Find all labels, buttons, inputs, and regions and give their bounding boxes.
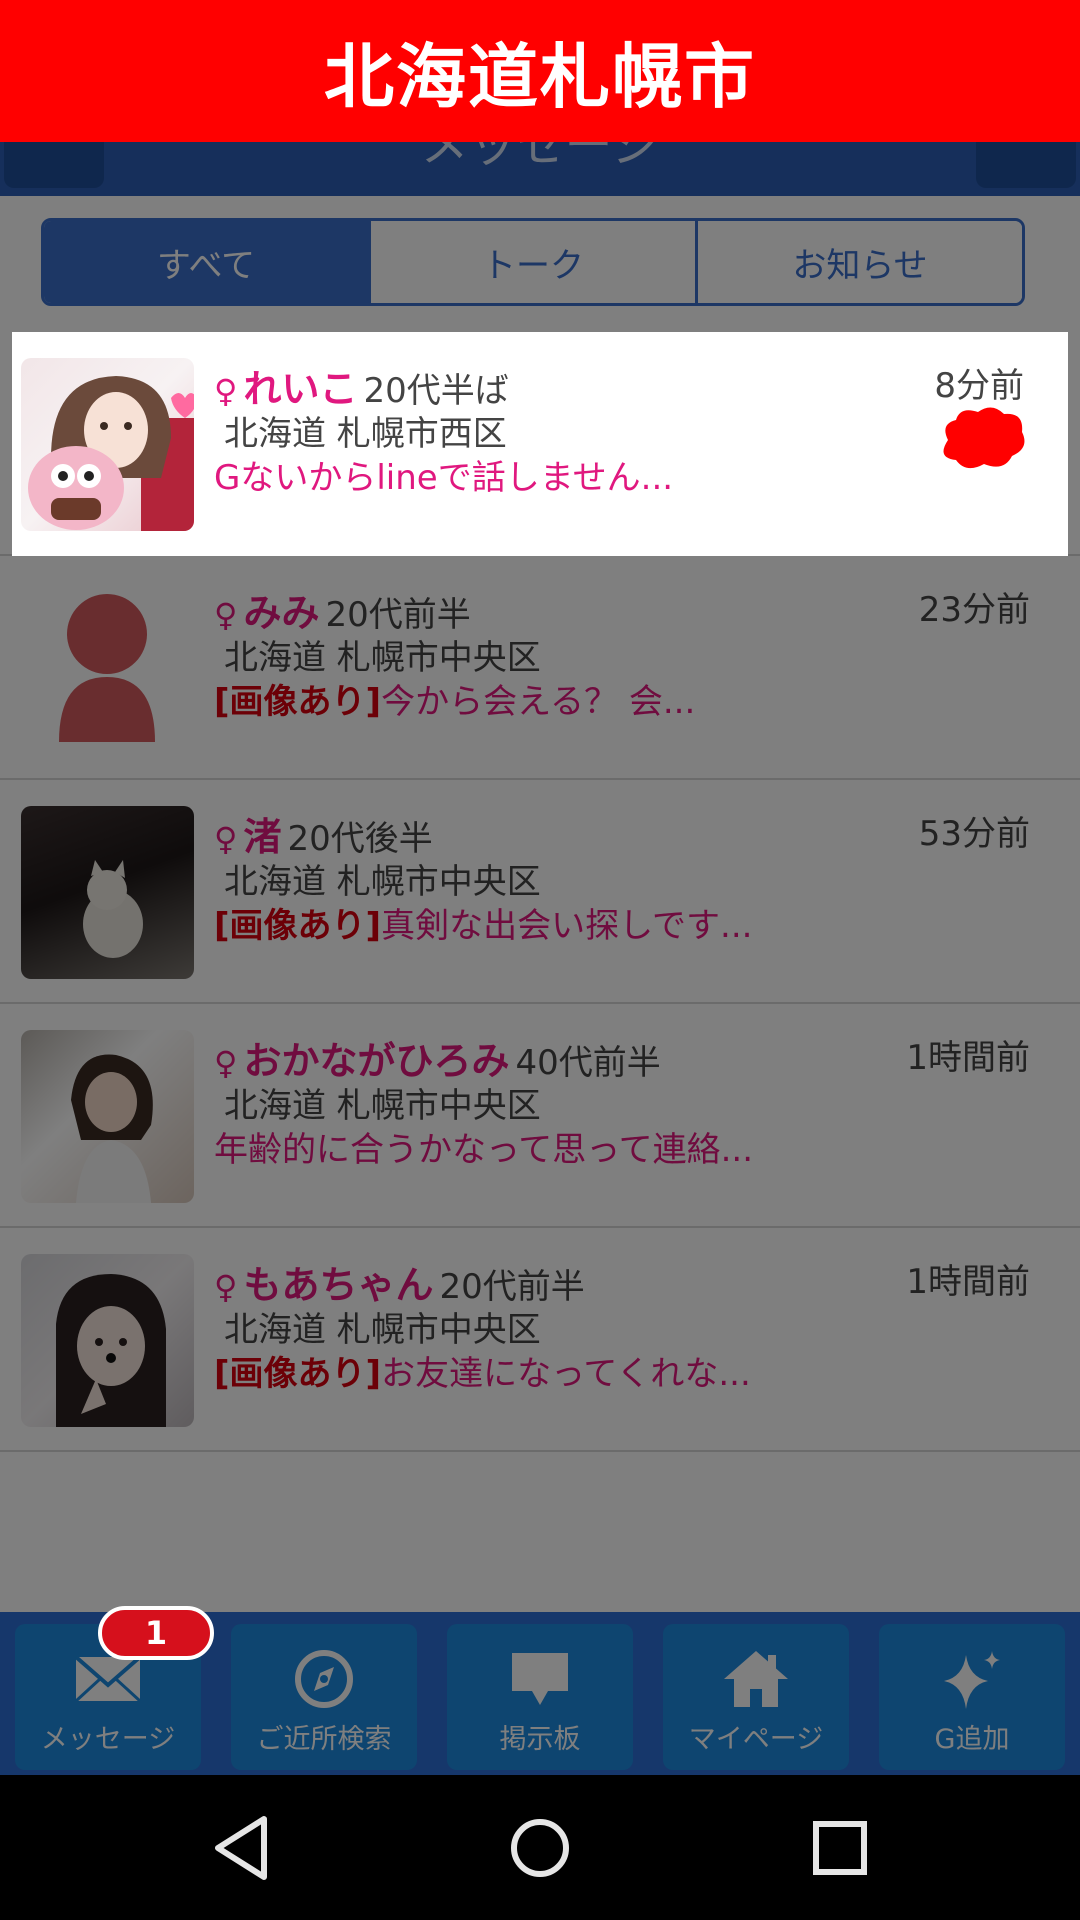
user-age: 20代半ば (363, 371, 509, 411)
user-name: 渚 (243, 815, 282, 859)
avatar (21, 1030, 194, 1203)
avatar (21, 1254, 194, 1427)
nav-nearby-search[interactable]: ご近所検索 (231, 1624, 417, 1770)
list-item[interactable]: ♀ みみ 20代前半 北海道 札幌市中央区 [画像あり]今から会える？ 会... 2… (0, 556, 1080, 780)
woman-photo-icon (28, 376, 194, 531)
user-location: 北海道 札幌市中央区 (224, 1086, 541, 1126)
user-age: 20代後半 (287, 819, 433, 859)
nav-label: 掲示板 (499, 1724, 581, 1755)
user-location: 北海道 札幌市西区 (224, 414, 507, 454)
unread-count-badge: 1 (98, 1606, 214, 1660)
user-age: 20代前半 (439, 1267, 585, 1307)
user-location: 北海道 札幌市中央区 (224, 862, 541, 902)
banner-title: 北海道札幌市 (324, 35, 756, 118)
message-preview: [画像あり]今から会える？ 会... (214, 682, 696, 722)
image-attached-tag: [画像あり] (214, 1354, 382, 1394)
nav-bulletin-board[interactable]: 掲示板 (447, 1624, 633, 1770)
home-circle-icon[interactable] (508, 1813, 572, 1883)
message-time: 23分前 (918, 590, 1030, 630)
name-line: ♀ みみ 20代前半 (214, 582, 471, 637)
list-item[interactable]: ♀ もあちゃん 20代前半 北海道 札幌市中央区 [画像あり]お友達になってくれな.… (0, 1228, 1080, 1452)
image-attached-tag: [画像あり] (214, 906, 382, 946)
avatar-default (21, 582, 194, 755)
user-name: みみ (243, 591, 320, 635)
list-item[interactable]: ♀ おかながひろみ 40代前半 北海道 札幌市中央区 年齢的に合うかなって思って連絡… (0, 1004, 1080, 1228)
nav-add-g[interactable]: G追加 (879, 1624, 1065, 1770)
user-age: 20代前半 (325, 595, 471, 635)
name-line: ♀ おかながひろみ 40代前半 (214, 1030, 661, 1085)
user-name: れいこ (243, 367, 358, 411)
nav-my-page[interactable]: マイページ (663, 1624, 849, 1770)
nav-label: メッセージ (40, 1724, 176, 1755)
female-icon: ♀ (214, 596, 238, 634)
user-name: もあちゃん (243, 1263, 434, 1307)
system-navigation-bar (0, 1775, 1080, 1920)
female-icon: ♀ (214, 1268, 238, 1306)
back-triangle-icon[interactable] (210, 1813, 274, 1883)
message-preview: 年齢的に合うかなって思って連絡... (214, 1130, 754, 1170)
message-preview: [画像あり]お友達になってくれな... (214, 1354, 751, 1394)
name-line: ♀ 渚 20代後半 (214, 806, 433, 861)
unread-indicator-icon (943, 407, 1025, 469)
name-line: ♀ れいこ 20代半ば (214, 358, 509, 413)
tab-talk[interactable]: トーク (368, 221, 695, 303)
cat-photo-icon (83, 860, 143, 958)
sparkle-icon (944, 1651, 1000, 1709)
avatar (21, 358, 194, 531)
speech-bubble-icon (512, 1653, 568, 1705)
woman-photo-icon (71, 1054, 153, 1203)
nav-label: ご近所検索 (256, 1724, 392, 1755)
message-preview: Gないからlineで話しません... (214, 458, 674, 498)
nav-label: マイページ (688, 1724, 824, 1755)
user-age: 40代前半 (515, 1043, 661, 1083)
tab-notices[interactable]: お知らせ (695, 221, 1022, 303)
location-banner: 北海道札幌市 (0, 0, 1080, 142)
image-attached-tag: [画像あり] (214, 682, 382, 722)
message-preview: [画像あり]真剣な出会い探しです... (214, 906, 753, 946)
user-name: おかながひろみ (243, 1039, 510, 1083)
name-line: ♀ もあちゃん 20代前半 (214, 1254, 585, 1309)
tabs-area: すべて トーク お知らせ (0, 196, 1080, 332)
user-location: 北海道 札幌市中央区 (224, 1310, 541, 1350)
message-time: 1時間前 (906, 1262, 1030, 1302)
user-location: 北海道 札幌市中央区 (224, 638, 541, 678)
message-time: 53分前 (918, 814, 1030, 854)
compass-icon (295, 1650, 353, 1708)
message-time: 8分前 (934, 366, 1024, 406)
tab-all[interactable]: すべて (44, 221, 368, 303)
highlighted-message-row[interactable]: ♀ れいこ 20代半ば 北海道 札幌市西区 Gないからlineで話しません... 8… (12, 332, 1068, 556)
list-item[interactable]: ♀ 渚 20代後半 北海道 札幌市中央区 [画像あり]真剣な出会い探しです... 5… (0, 780, 1080, 1004)
nav-label: G追加 (934, 1724, 1010, 1755)
person-silhouette-icon (59, 594, 155, 742)
home-icon (724, 1651, 788, 1707)
female-icon: ♀ (214, 820, 238, 858)
message-time: 1時間前 (906, 1038, 1030, 1078)
message-filter-tabs: すべて トーク お知らせ (41, 218, 1025, 306)
recents-square-icon[interactable] (808, 1813, 872, 1883)
woman-photo-icon (56, 1274, 166, 1427)
female-icon: ♀ (214, 1044, 238, 1082)
app-screen: メッセージ すべて トーク お知らせ ♀みみ20代前半 北海道 札幌市中央区 (0, 0, 1080, 1775)
female-icon: ♀ (214, 372, 238, 410)
avatar (21, 806, 194, 979)
